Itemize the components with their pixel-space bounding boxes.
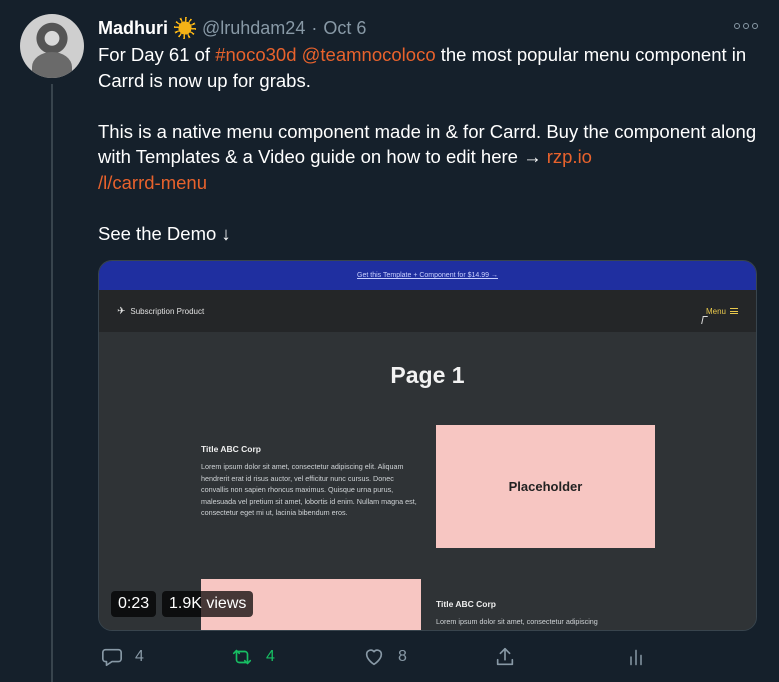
sun-emoji-icon: [174, 17, 196, 39]
url-link[interactable]: rzp.io: [547, 146, 592, 167]
avatar[interactable]: [20, 14, 84, 78]
video-player[interactable]: Get this Template + Component for $14.99…: [98, 260, 757, 631]
block-title-2: Title ABC Corp: [436, 599, 496, 609]
demo-navbar: ✈ Subscription Product Menu: [99, 290, 756, 332]
block-text-2: Lorem ipsum dolor sit amet, consectetur …: [436, 617, 598, 626]
retweet-icon: [232, 649, 252, 665]
demo-page-title: Page 1: [390, 362, 465, 388]
author-name[interactable]: Madhuri: [98, 18, 168, 39]
like-button[interactable]: 8: [362, 646, 407, 668]
retweet-button[interactable]: 4: [230, 646, 275, 668]
demo-menu-button: Menu: [706, 307, 738, 316]
tweet-header: Madhuri @lruhdam24 · Oct 6: [98, 16, 366, 40]
promo-bar: Get this Template + Component for $14.99…: [99, 261, 756, 290]
tweet-paragraph-2: This is a native menu component made in …: [98, 119, 768, 196]
separator: ·: [311, 17, 318, 38]
text-segment: For Day 61 of: [98, 44, 216, 65]
heart-icon: [365, 649, 383, 666]
brand-label: Subscription Product: [130, 306, 205, 316]
tweet-text: For Day 61 of #noco30d @teamnocoloco the…: [98, 42, 768, 246]
placeholder-image: Placeholder: [436, 425, 655, 548]
hamburger-icon: [730, 308, 738, 314]
reply-icon: [102, 648, 122, 667]
thread-line: [51, 84, 53, 682]
reply-count: 4: [135, 648, 144, 665]
share-icon: [496, 647, 514, 666]
demo-body: Page 1 Title ABC Corp Lorem ipsum dolor …: [99, 332, 756, 630]
tweet-paragraph-1: For Day 61 of #noco30d @teamnocoloco the…: [98, 42, 768, 93]
video-views-badge: 1.9K views: [162, 591, 254, 617]
block-title: Title ABC Corp: [201, 444, 261, 454]
promo-link: Get this Template + Component for $14.99…: [357, 272, 498, 279]
tweet-actions: 4 4 8: [98, 646, 758, 672]
mention-link[interactable]: @teamnocoloco: [302, 44, 436, 65]
analytics-button[interactable]: [626, 646, 658, 668]
url-link-continued[interactable]: /l/carrd-menu: [98, 172, 207, 193]
tweet-paragraph-3: See the Demo ↓: [98, 222, 231, 244]
video-duration-badge: 0:23: [111, 591, 157, 617]
share-button[interactable]: [494, 646, 528, 668]
menu-label: Menu: [705, 306, 726, 316]
analytics-icon: [630, 649, 642, 666]
more-options-icon[interactable]: [734, 18, 758, 34]
airplane-icon: ✈: [117, 305, 126, 317]
like-count: 8: [398, 648, 407, 665]
text-segment: This is a native menu component made in …: [98, 120, 757, 168]
author-handle[interactable]: @lruhdam24: [202, 18, 305, 39]
tweet-date[interactable]: Oct 6: [323, 18, 366, 39]
reply-button[interactable]: 4: [101, 646, 144, 668]
demo-brand: ✈ Subscription Product: [117, 306, 204, 317]
retweet-count: 4: [266, 648, 275, 665]
block-text: Lorem ipsum dolor sit amet, consectetur …: [201, 462, 417, 517]
hashtag-link[interactable]: #noco30d: [215, 44, 296, 65]
